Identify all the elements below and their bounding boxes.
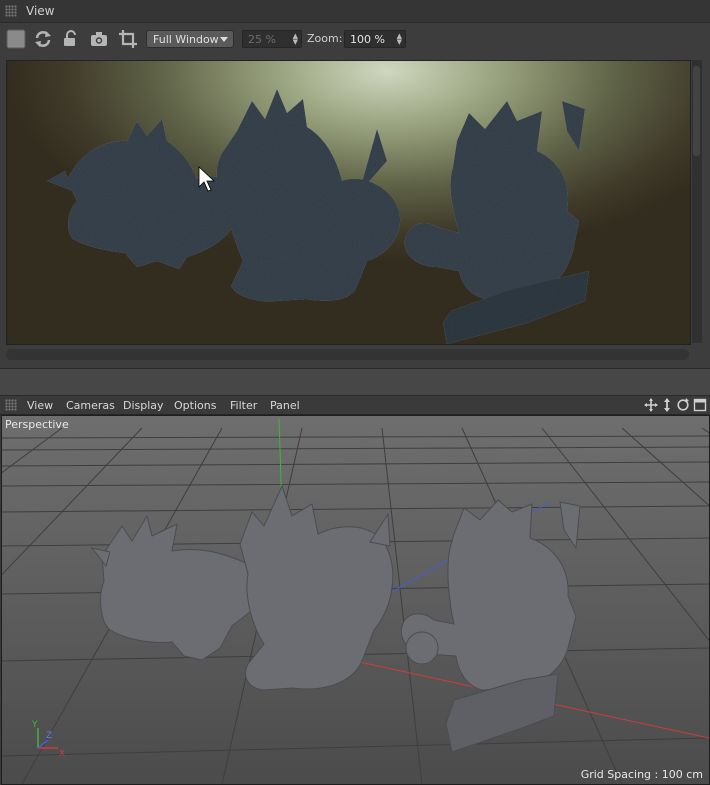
dropdown-arrow-icon bbox=[220, 37, 228, 42]
perspective-viewport[interactable]: Y X Z Perspective Grid Spacing : 100 cm bbox=[1, 415, 710, 785]
grid-spacing-label: Grid Spacing : 100 cm bbox=[580, 768, 703, 781]
rendered-image[interactable] bbox=[6, 60, 691, 345]
region-select-label: Full Window bbox=[153, 33, 219, 46]
move-icon[interactable] bbox=[644, 398, 658, 412]
scrollbar-thumb[interactable] bbox=[693, 66, 700, 156]
menu-filter[interactable]: Filter bbox=[230, 399, 257, 412]
panel-divider[interactable] bbox=[0, 368, 710, 396]
zoom-icon[interactable] bbox=[660, 398, 674, 412]
rendered-dragons-image bbox=[47, 89, 589, 344]
horizontal-scrollbar[interactable] bbox=[6, 349, 689, 360]
zoom-label: Zoom: bbox=[307, 32, 343, 45]
render-view-panel: View Full Window 25 % ▲ ▼ Zoom: 100 % ▲ … bbox=[0, 0, 710, 368]
region-select-dropdown[interactable]: Full Window bbox=[146, 30, 234, 48]
percent-value: 25 % bbox=[248, 33, 276, 46]
camera-label: Perspective bbox=[5, 418, 69, 431]
menu-cameras[interactable]: Cameras bbox=[66, 399, 115, 412]
refresh-icon[interactable] bbox=[33, 29, 53, 49]
spinner-arrows-icon[interactable]: ▲ ▼ bbox=[397, 33, 402, 46]
panel-grip-icon[interactable] bbox=[5, 399, 17, 411]
viewport-menubar: View Cameras Display Options Filter Pane… bbox=[0, 396, 710, 415]
svg-text:Z: Z bbox=[46, 731, 52, 741]
render-view-title: View bbox=[26, 4, 55, 18]
svg-text:X: X bbox=[59, 749, 65, 759]
render-toolbar: Full Window 25 % ▲ ▼ Zoom: 100 % ▲ ▼ bbox=[0, 26, 710, 52]
camera-icon[interactable] bbox=[89, 29, 109, 49]
vertical-scrollbar[interactable] bbox=[692, 60, 702, 343]
panel-grip-icon[interactable] bbox=[5, 5, 17, 17]
menu-options[interactable]: Options bbox=[174, 399, 216, 412]
menu-view[interactable]: View bbox=[27, 399, 53, 412]
crop-icon[interactable] bbox=[118, 29, 138, 49]
menu-display[interactable]: Display bbox=[123, 399, 164, 412]
spinner-arrows-icon[interactable]: ▲ ▼ bbox=[293, 33, 298, 46]
lock-icon[interactable] bbox=[61, 29, 81, 49]
menu-panel[interactable]: Panel bbox=[270, 399, 300, 412]
svg-text:Y: Y bbox=[31, 720, 38, 730]
stop-render-icon[interactable] bbox=[6, 29, 26, 49]
percent-field[interactable]: 25 % ▲ ▼ bbox=[242, 30, 302, 48]
rotate-icon[interactable] bbox=[676, 398, 690, 412]
zoom-field[interactable]: 100 % ▲ ▼ bbox=[344, 30, 406, 48]
viewport-scene: Y X Z bbox=[2, 417, 709, 784]
maximize-icon[interactable] bbox=[693, 398, 707, 412]
render-view-titlebar[interactable]: View bbox=[0, 0, 710, 23]
zoom-value: 100 % bbox=[350, 33, 385, 46]
axis-gizmo: Y X Z bbox=[31, 720, 65, 759]
